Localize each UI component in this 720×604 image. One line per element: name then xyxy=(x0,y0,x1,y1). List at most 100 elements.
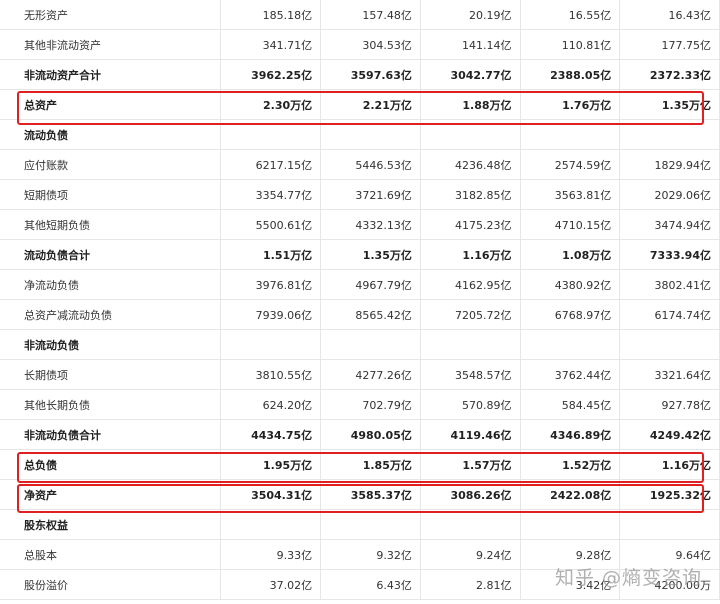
cell-value: 4249.42亿 xyxy=(619,419,720,450)
cell-value: 2.81亿 xyxy=(420,569,521,600)
cell-value: 3182.85亿 xyxy=(420,179,521,210)
cell-value: 4434.75亿 xyxy=(220,419,322,450)
cell-value: 1.16万亿 xyxy=(619,449,720,480)
row-label: 无形资产 xyxy=(0,0,222,30)
table-row: 总资产 2.30万亿 2.21万亿 1.88万亿 1.76万亿 1.35万亿 xyxy=(0,89,720,120)
cell-value: 4162.95亿 xyxy=(420,269,521,300)
cell-value: 1925.32亿 xyxy=(619,479,720,510)
cell-value: 4380.92亿 xyxy=(520,269,621,300)
cell-value xyxy=(420,329,521,360)
cell-value: 2.30万亿 xyxy=(220,89,322,120)
row-label: 总负债 xyxy=(0,449,222,480)
cell-value: 9.32亿 xyxy=(320,539,421,570)
cell-value: 6217.15亿 xyxy=(220,149,322,180)
row-label: 净资产 xyxy=(0,479,222,510)
cell-value: 3585.37亿 xyxy=(320,479,421,510)
table-row: 流动负债合计 1.51万亿 1.35万亿 1.16万亿 1.08万亿 7333.94亿 xyxy=(0,239,720,270)
cell-value: 3504.31亿 xyxy=(220,479,322,510)
cell-value xyxy=(320,119,421,150)
cell-value: 1.88万亿 xyxy=(420,89,521,120)
cell-value: 3802.41亿 xyxy=(619,269,720,300)
cell-value: 2422.08亿 xyxy=(520,479,621,510)
cell-value: 37.02亿 xyxy=(220,569,322,600)
cell-value: 624.20亿 xyxy=(220,389,322,420)
cell-value: 1.35万亿 xyxy=(619,89,720,120)
cell-value: 16.55亿 xyxy=(520,0,621,30)
cell-value xyxy=(220,329,322,360)
cell-value: 6174.74亿 xyxy=(619,299,720,330)
cell-value: 4277.26亿 xyxy=(320,359,421,390)
table-row: 净资产 3504.31亿 3585.37亿 3086.26亿 2422.08亿 1925.… xyxy=(0,479,720,510)
cell-value xyxy=(619,329,720,360)
cell-value: 3976.81亿 xyxy=(220,269,322,300)
row-label: 非流动负债 xyxy=(0,329,222,360)
cell-value: 1.52万亿 xyxy=(520,449,621,480)
cell-value: 3548.57亿 xyxy=(420,359,521,390)
cell-value: 177.75亿 xyxy=(619,29,720,60)
watermark: 知乎 @熵变咨询 xyxy=(554,567,702,589)
cell-value: 702.79亿 xyxy=(320,389,421,420)
cell-value: 3321.64亿 xyxy=(619,359,720,390)
cell-value: 6768.97亿 xyxy=(520,299,621,330)
table-row: 流动负债 xyxy=(0,119,720,150)
row-label: 非流动负债合计 xyxy=(0,419,222,450)
cell-value xyxy=(619,509,720,540)
cell-value: 584.45亿 xyxy=(520,389,621,420)
table-row: 短期债项 3354.77亿 3721.69亿 3182.85亿 3563.81亿 2029… xyxy=(0,179,720,210)
cell-value xyxy=(320,509,421,540)
table-row: 非流动资产合计 3962.25亿 3597.63亿 3042.77亿 2388.05亿 2… xyxy=(0,59,720,90)
table-row: 总资产减流动负债 7939.06亿 8565.42亿 7205.72亿 6768.97亿… xyxy=(0,299,720,330)
row-label: 流动负债合计 xyxy=(0,239,222,270)
cell-value: 2372.33亿 xyxy=(619,59,720,90)
row-label: 其他长期负债 xyxy=(0,389,222,420)
cell-value: 304.53亿 xyxy=(320,29,421,60)
cell-value: 1.95万亿 xyxy=(220,449,322,480)
cell-value: 110.81亿 xyxy=(520,29,621,60)
row-label: 流动负债 xyxy=(0,119,222,150)
row-label: 长期债项 xyxy=(0,359,222,390)
cell-value: 4710.15亿 xyxy=(520,209,621,240)
cell-value: 4346.89亿 xyxy=(520,419,621,450)
cell-value: 6.43亿 xyxy=(320,569,421,600)
cell-value: 1.51万亿 xyxy=(220,239,322,270)
cell-value: 2029.06亿 xyxy=(619,179,720,210)
table-row: 股东权益 xyxy=(0,509,720,540)
cell-value: 141.14亿 xyxy=(420,29,521,60)
cell-value: 8565.42亿 xyxy=(320,299,421,330)
row-label: 股份溢价 xyxy=(0,569,222,600)
row-label: 其他非流动资产 xyxy=(0,29,222,60)
cell-value: 4980.05亿 xyxy=(320,419,421,450)
cell-value: 3086.26亿 xyxy=(420,479,521,510)
row-label: 总资产减流动负债 xyxy=(0,299,222,330)
row-label: 其他短期负债 xyxy=(0,209,222,240)
cell-value: 4967.79亿 xyxy=(320,269,421,300)
row-label: 短期债项 xyxy=(0,179,222,210)
cell-value: 4119.46亿 xyxy=(420,419,521,450)
cell-value: 3762.44亿 xyxy=(520,359,621,390)
cell-value: 3962.25亿 xyxy=(220,59,322,90)
cell-value xyxy=(420,509,521,540)
table-row: 应付账款 6217.15亿 5446.53亿 4236.48亿 2574.59亿 1829… xyxy=(0,149,720,180)
cell-value: 20.19亿 xyxy=(420,0,521,30)
cell-value: 927.78亿 xyxy=(619,389,720,420)
cell-value: 3721.69亿 xyxy=(320,179,421,210)
cell-value: 3563.81亿 xyxy=(520,179,621,210)
table-row: 总负债 1.95万亿 1.85万亿 1.57万亿 1.52万亿 1.16万亿 xyxy=(0,449,720,480)
balance-sheet-table: 无形资产 185.18亿 157.48亿 20.19亿 16.55亿 16.43亿 其他非流… xyxy=(0,0,720,600)
table-row: 长期债项 3810.55亿 4277.26亿 3548.57亿 3762.44亿 3321… xyxy=(0,359,720,390)
cell-value: 1.85万亿 xyxy=(320,449,421,480)
cell-value: 4175.23亿 xyxy=(420,209,521,240)
cell-value: 3354.77亿 xyxy=(220,179,322,210)
cell-value: 341.71亿 xyxy=(220,29,322,60)
cell-value: 5500.61亿 xyxy=(220,209,322,240)
cell-value: 570.89亿 xyxy=(420,389,521,420)
cell-value: 185.18亿 xyxy=(220,0,322,30)
cell-value: 7939.06亿 xyxy=(220,299,322,330)
cell-value: 9.33亿 xyxy=(220,539,322,570)
row-label: 股东权益 xyxy=(0,509,222,540)
cell-value: 7333.94亿 xyxy=(619,239,720,270)
row-label: 应付账款 xyxy=(0,149,222,180)
cell-value: 1.35万亿 xyxy=(320,239,421,270)
table-row: 无形资产 185.18亿 157.48亿 20.19亿 16.55亿 16.43亿 xyxy=(0,0,720,30)
cell-value: 3042.77亿 xyxy=(420,59,521,90)
